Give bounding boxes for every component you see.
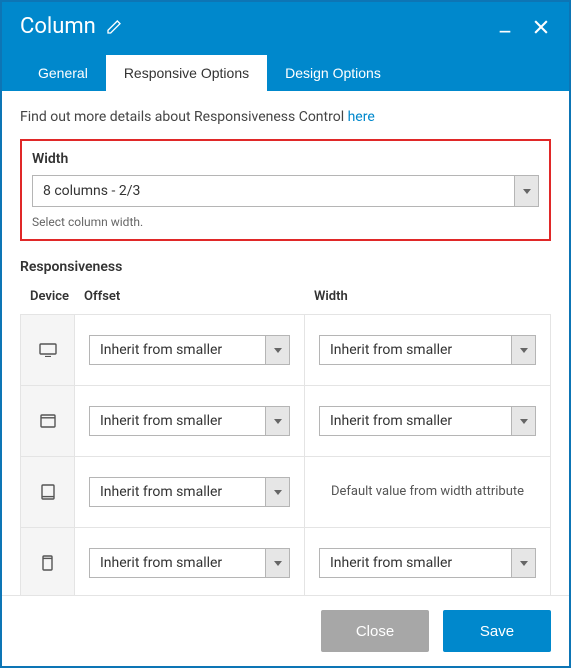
offset-select[interactable]: Inherit from smaller <box>89 335 290 365</box>
close-button[interactable]: Close <box>321 610 429 652</box>
chevron-down-icon <box>265 336 289 364</box>
device-tablet-icon <box>21 457 75 527</box>
offset-select[interactable]: Inherit from smaller <box>89 406 290 436</box>
helper-link[interactable]: here <box>348 109 375 125</box>
chevron-down-icon <box>511 407 535 435</box>
table-row: Inherit from smaller Default value from … <box>20 457 551 528</box>
device-desktop-wide-icon <box>21 315 75 385</box>
responsiveness-table-header: Device Offset Width <box>20 285 551 314</box>
offset-select-value: Inherit from smaller <box>90 407 265 435</box>
offset-select-value: Inherit from smaller <box>90 478 265 506</box>
modal-footer: Close Save <box>2 595 569 666</box>
close-icon[interactable] <box>531 17 551 37</box>
device-mobile-icon <box>21 528 75 595</box>
col-header-offset: Offset <box>84 289 314 304</box>
width-section: Width 8 columns - 2/3 Select column widt… <box>20 139 551 241</box>
width-row-select-value: Inherit from smaller <box>320 336 511 364</box>
chevron-down-icon <box>265 549 289 577</box>
default-width-text: Default value from width attribute <box>331 483 524 501</box>
chevron-down-icon <box>514 176 538 206</box>
modal-body: Find out more details about Responsivene… <box>2 91 569 595</box>
width-row-select[interactable]: Inherit from smaller <box>319 335 536 365</box>
width-row-select-value: Inherit from smaller <box>320 407 511 435</box>
offset-select[interactable]: Inherit from smaller <box>89 477 290 507</box>
responsiveness-heading: Responsiveness <box>20 259 551 275</box>
table-row: Inherit from smaller Inherit from smalle… <box>20 528 551 595</box>
width-row-select-value: Inherit from smaller <box>320 549 511 577</box>
table-row: Inherit from smaller Inherit from smalle… <box>20 314 551 386</box>
tab-general[interactable]: General <box>20 55 106 91</box>
offset-select[interactable]: Inherit from smaller <box>89 548 290 578</box>
chevron-down-icon <box>511 549 535 577</box>
offset-select-value: Inherit from smaller <box>90 549 265 577</box>
modal-header: Column <box>2 2 569 91</box>
device-desktop-icon <box>21 386 75 456</box>
col-header-device: Device <box>30 289 84 304</box>
width-label: Width <box>32 151 539 167</box>
column-settings-modal: Column <box>0 0 571 668</box>
width-row-select[interactable]: Inherit from smaller <box>319 406 536 436</box>
tabs: General Responsive Options Design Option… <box>20 55 551 91</box>
width-select-value: 8 columns - 2/3 <box>33 176 514 206</box>
helper-prefix: Find out more details about Responsivene… <box>20 109 348 125</box>
chevron-down-icon <box>265 478 289 506</box>
offset-select-value: Inherit from smaller <box>90 336 265 364</box>
tab-responsive-options[interactable]: Responsive Options <box>106 55 267 91</box>
save-button[interactable]: Save <box>443 610 551 652</box>
chevron-down-icon <box>511 336 535 364</box>
modal-title: Column <box>20 14 96 39</box>
helper-text: Find out more details about Responsivene… <box>20 109 551 125</box>
width-hint: Select column width. <box>32 215 539 229</box>
tab-design-options[interactable]: Design Options <box>267 55 399 91</box>
width-select[interactable]: 8 columns - 2/3 <box>32 175 539 207</box>
width-row-select[interactable]: Inherit from smaller <box>319 548 536 578</box>
edit-icon[interactable] <box>106 19 122 35</box>
responsiveness-table: Inherit from smaller Inherit from smalle… <box>20 314 551 595</box>
table-row: Inherit from smaller Inherit from smalle… <box>20 386 551 457</box>
chevron-down-icon <box>265 407 289 435</box>
minimize-icon[interactable] <box>497 19 513 35</box>
col-header-width: Width <box>314 289 541 304</box>
